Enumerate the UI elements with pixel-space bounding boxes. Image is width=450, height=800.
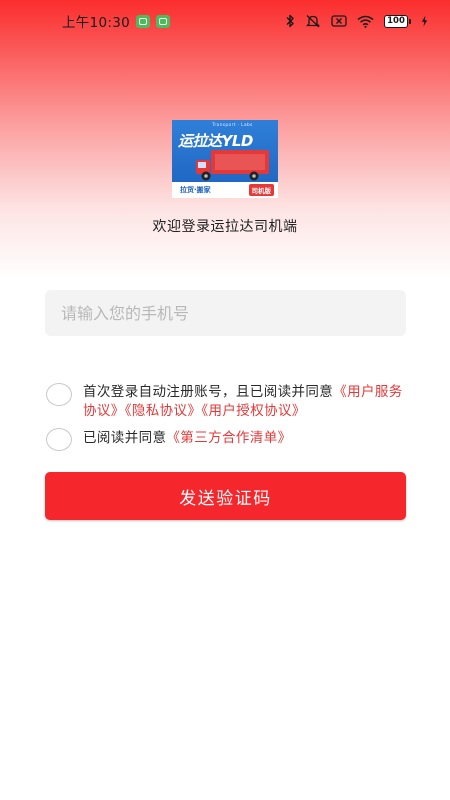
logo-bottom-bar: 拉货·搬家 司机版 [172, 182, 278, 198]
no-sim-icon [331, 15, 347, 27]
logo-title: 运拉达YLD [178, 132, 253, 150]
agreement-terms-label: 首次登录自动注册账号，且已阅读并同意 [83, 384, 334, 400]
battery-indicator: 100 [384, 14, 411, 28]
notification-app-icon [156, 14, 171, 28]
agreement-row-terms: 首次登录自动注册账号，且已阅读并同意《用户服务协议》《隐私协议》《用户授权协议》 [46, 383, 411, 421]
mute-bell-icon [305, 14, 321, 28]
welcome-text: 欢迎登录运拉达司机端 [152, 219, 298, 235]
app-logo: Transport · Labs 运拉达YLD 拉货·搬家 司机版 [172, 120, 278, 198]
status-bar-left: 上午10:30 [62, 11, 171, 31]
agreement-third-party-label: 已阅读并同意 [83, 430, 167, 446]
user-authorization-agreement-link[interactable]: 《用户授权协议》 [201, 403, 305, 419]
logo-subtitle: Transport · Labs [212, 123, 253, 128]
agreement-third-party-text: 已阅读并同意《第三方合作清单》 [83, 429, 292, 448]
phone-number-input[interactable] [45, 290, 406, 336]
agreement-row-third-party: 已阅读并同意《第三方合作清单》 [46, 428, 411, 451]
agreement-terms-text: 首次登录自动注册账号，且已阅读并同意《用户服务协议》《隐私协议》《用户授权协议》 [83, 383, 411, 421]
battery-level: 100 [384, 14, 408, 28]
notification-app-icon [136, 14, 151, 28]
agree-terms-radio[interactable] [46, 383, 72, 406]
third-party-list-link[interactable]: 《第三方合作清单》 [166, 430, 291, 446]
status-time: 上午10:30 [62, 15, 131, 31]
charging-icon [421, 15, 428, 27]
logo-tagline: 拉货·搬家 [180, 186, 211, 194]
status-bar-right: 100 [285, 14, 428, 28]
status-bar: 上午10:30 100 [0, 0, 450, 42]
driver-version-badge: 司机版 [248, 184, 274, 196]
truck-icon [196, 150, 269, 181]
agree-third-party-radio[interactable] [46, 428, 72, 451]
bluetooth-icon [285, 14, 295, 28]
privacy-agreement-link[interactable]: 《隐私协议》 [125, 403, 202, 419]
wifi-icon [357, 15, 374, 28]
send-verification-code-button[interactable]: 发送验证码 [45, 472, 406, 520]
